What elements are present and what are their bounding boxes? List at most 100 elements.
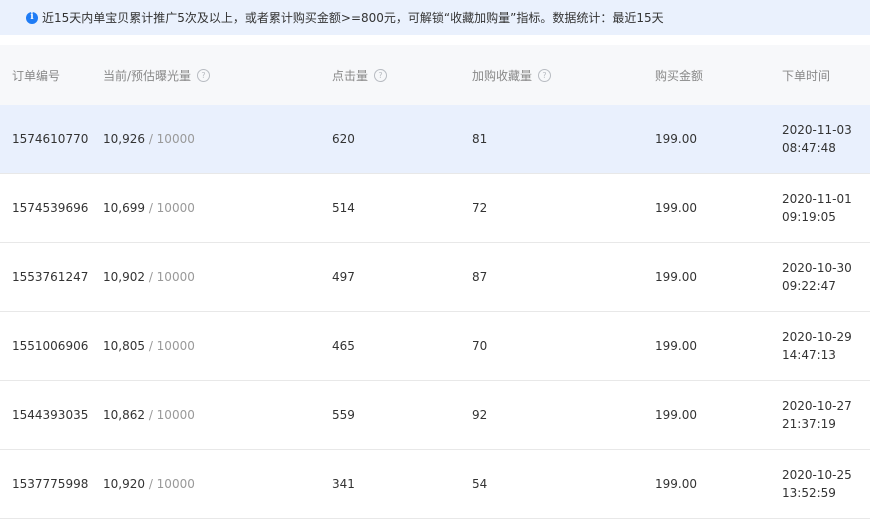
exposure-separator: / xyxy=(145,132,157,146)
order-time: 21:37:19 xyxy=(782,417,836,431)
exposure-cell: 10,926 / 10000 xyxy=(103,105,195,173)
favorites-cell: 81 xyxy=(472,105,487,173)
exposure-cell: 10,699 / 10000 xyxy=(103,174,195,242)
order-id-cell: 1551006906 xyxy=(12,312,88,380)
amount-value: 199.00 xyxy=(655,339,697,353)
header-clicks: 点击量 ? xyxy=(332,45,388,105)
order-date: 2020-11-01 xyxy=(782,192,852,206)
header-favorites: 加购收藏量 ? xyxy=(472,45,552,105)
time-cell: 2020-10-29 14:47:13 xyxy=(782,312,852,380)
favorites-value: 87 xyxy=(472,270,488,284)
favorites-value: 72 xyxy=(472,201,488,215)
table-row[interactable]: 1574539696 10,699 / 10000 514 72 199.00 2020-… xyxy=(0,174,870,243)
time-cell: 2020-10-25 13:52:59 xyxy=(782,450,852,518)
order-time: 09:22:47 xyxy=(782,279,836,293)
exposure-value: 10,926 xyxy=(103,132,145,146)
exposure-target: 10000 xyxy=(156,270,195,284)
order-date: 2020-10-25 xyxy=(782,468,852,482)
order-id-value: 1544393035 xyxy=(12,408,89,422)
exposure-cell: 10,902 / 10000 xyxy=(103,243,195,311)
amount-cell: 199.00 xyxy=(655,381,697,449)
help-icon[interactable]: ? xyxy=(374,68,388,82)
header-time: 下单时间 xyxy=(782,45,830,105)
notice-text: 近15天内单宝贝累计推广5次及以上，或者累计购买金额>=800元，可解锁“收藏加… xyxy=(42,11,664,25)
order-id-value: 1574610770 xyxy=(12,132,89,146)
exposure-target: 10000 xyxy=(156,201,195,215)
clicks-cell: 341 xyxy=(332,450,355,518)
help-icon[interactable]: ? xyxy=(538,68,552,82)
exposure-separator: / xyxy=(145,477,157,491)
time-cell: 2020-11-03 08:47:48 xyxy=(782,105,852,173)
clicks-cell: 559 xyxy=(332,381,355,449)
amount-cell: 199.00 xyxy=(655,450,697,518)
table-row[interactable]: 1544393035 10,862 / 10000 559 92 199.00 2020-… xyxy=(0,381,870,450)
header-favorites-label: 加购收藏量 xyxy=(472,68,533,83)
header-amount-label: 购买金额 xyxy=(655,68,704,83)
order-id-value: 1551006906 xyxy=(12,339,89,353)
table-row[interactable]: 1537775998 10,920 / 10000 341 54 199.00 2020-… xyxy=(0,450,870,519)
table-row[interactable]: 1551006906 10,805 / 10000 465 70 199.00 2020-… xyxy=(0,312,870,381)
exposure-target: 10000 xyxy=(156,408,195,422)
amount-value: 199.00 xyxy=(655,270,697,284)
amount-cell: 199.00 xyxy=(655,312,697,380)
table-row[interactable]: 1574610770 10,926 / 10000 620 81 199.00 2020-… xyxy=(0,105,870,174)
clicks-cell: 620 xyxy=(332,105,355,173)
amount-cell: 199.00 xyxy=(655,174,697,242)
exposure-separator: / xyxy=(145,270,157,284)
order-time: 09:19:05 xyxy=(782,210,836,224)
table-body: 1574610770 10,926 / 10000 620 81 199.00 2020-… xyxy=(0,105,870,519)
time-cell: 2020-11-01 09:19:05 xyxy=(782,174,852,242)
notice-bar: i 近15天内单宝贝累计推广5次及以上，或者累计购买金额>=800元，可解锁“收… xyxy=(0,0,870,35)
exposure-value: 10,862 xyxy=(103,408,145,422)
clicks-value: 341 xyxy=(332,477,355,491)
amount-value: 199.00 xyxy=(655,201,697,215)
amount-cell: 199.00 xyxy=(655,105,697,173)
header-order-id: 订单编号 xyxy=(12,45,60,105)
clicks-cell: 497 xyxy=(332,243,355,311)
order-time: 13:52:59 xyxy=(782,486,836,500)
info-icon: i xyxy=(26,11,38,24)
order-date: 2020-10-27 xyxy=(782,399,852,413)
favorites-cell: 70 xyxy=(472,312,487,380)
order-id-cell: 1553761247 xyxy=(12,243,88,311)
clicks-value: 620 xyxy=(332,132,355,146)
exposure-value: 10,699 xyxy=(103,201,145,215)
exposure-separator: / xyxy=(145,339,157,353)
order-time: 14:47:13 xyxy=(782,348,836,362)
clicks-cell: 514 xyxy=(332,174,355,242)
help-icon[interactable]: ? xyxy=(197,68,211,82)
order-id-value: 1574539696 xyxy=(12,201,89,215)
favorites-value: 92 xyxy=(472,408,488,422)
exposure-value: 10,920 xyxy=(103,477,145,491)
order-id-cell: 1574539696 xyxy=(12,174,88,242)
favorites-cell: 87 xyxy=(472,243,487,311)
amount-value: 199.00 xyxy=(655,408,697,422)
orders-table: 订单编号 当前/预估曝光量 ? 点击量 ? 加购收藏量 ? 购买金额 下单时间 … xyxy=(0,45,870,519)
order-id-cell: 1537775998 xyxy=(12,450,88,518)
exposure-separator: / xyxy=(145,408,157,422)
header-clicks-label: 点击量 xyxy=(332,68,369,83)
favorites-cell: 72 xyxy=(472,174,487,242)
order-id-value: 1553761247 xyxy=(12,270,89,284)
exposure-target: 10000 xyxy=(156,477,195,491)
order-date: 2020-10-30 xyxy=(782,261,852,275)
exposure-cell: 10,805 / 10000 xyxy=(103,312,195,380)
header-exposure-label: 当前/预估曝光量 xyxy=(103,68,192,83)
order-date: 2020-11-03 xyxy=(782,123,852,137)
clicks-cell: 465 xyxy=(332,312,355,380)
favorites-cell: 54 xyxy=(472,450,487,518)
header-time-label: 下单时间 xyxy=(782,68,831,83)
clicks-value: 465 xyxy=(332,339,355,353)
amount-value: 199.00 xyxy=(655,132,697,146)
table-row[interactable]: 1553761247 10,902 / 10000 497 87 199.00 2020-… xyxy=(0,243,870,312)
table-header: 订单编号 当前/预估曝光量 ? 点击量 ? 加购收藏量 ? 购买金额 下单时间 xyxy=(0,45,870,105)
amount-cell: 199.00 xyxy=(655,243,697,311)
order-id-value: 1537775998 xyxy=(12,477,89,491)
exposure-value: 10,902 xyxy=(103,270,145,284)
exposure-target: 10000 xyxy=(156,339,195,353)
header-amount: 购买金额 xyxy=(655,45,703,105)
order-time: 08:47:48 xyxy=(782,141,836,155)
header-order-id-label: 订单编号 xyxy=(12,68,61,83)
clicks-value: 514 xyxy=(332,201,355,215)
exposure-value: 10,805 xyxy=(103,339,145,353)
